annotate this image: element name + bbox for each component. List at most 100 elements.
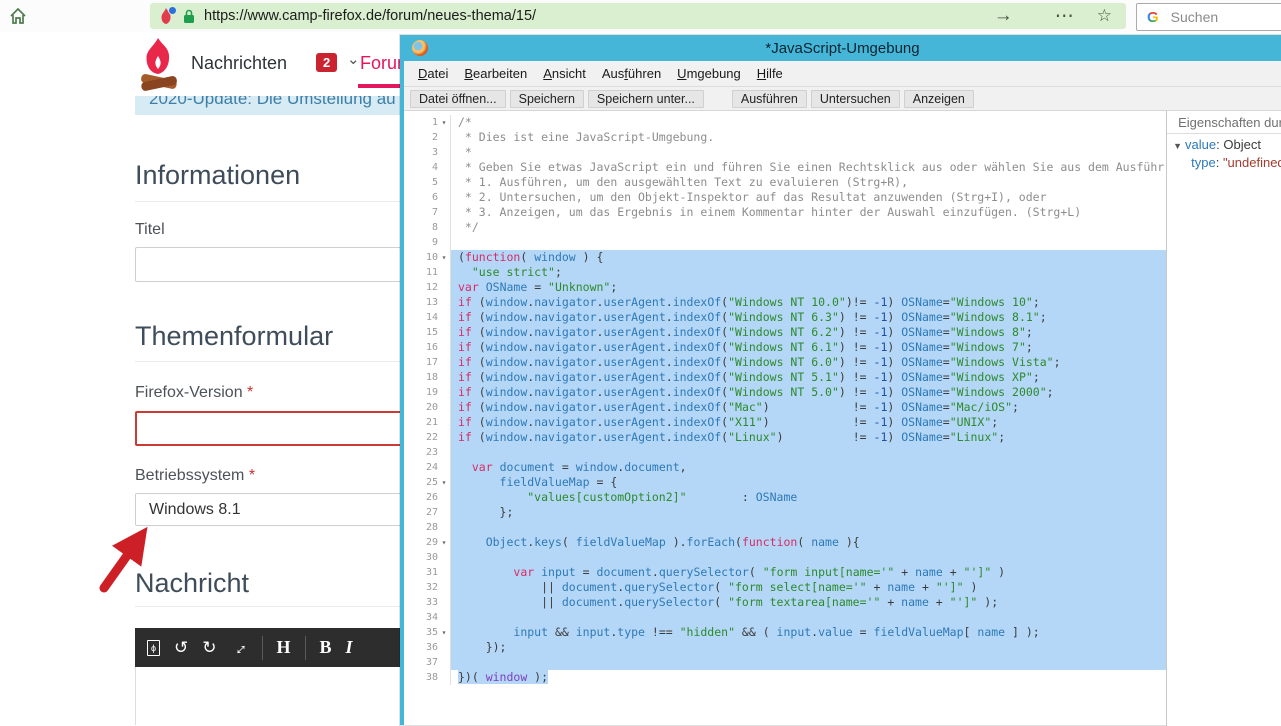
code-line[interactable]: 19if (window.navigator.userAgent.indexOf… [404,385,1166,400]
code-line[interactable]: 2 * Dies ist eine JavaScript-Umgebung. [404,130,1166,145]
property-value: "undefined" [1223,155,1281,170]
fold-marker-icon[interactable]: ▾ [438,475,450,490]
message-editor-body[interactable] [135,667,403,725]
heading-icon[interactable]: H [277,637,291,658]
gutter-cell: 13 [404,295,451,310]
menu-ansicht[interactable]: Ansicht [535,66,594,81]
code-line[interactable]: 23 [404,445,1166,460]
betriebssystem-select[interactable]: Windows 8.1 [135,493,414,526]
source-icon[interactable]: ϕ [147,640,160,656]
menu-hilfe[interactable]: Hilfe [749,66,791,81]
code-line[interactable]: 29▾ Object.keys( fieldValueMap ).forEach… [404,535,1166,550]
gutter-cell: 38 [404,670,451,685]
code-line[interactable]: 30 [404,550,1166,565]
line-number: 36 [426,640,438,655]
scratchpad-titlebar[interactable]: *JavaScript-Umgebung [404,35,1281,61]
fold-marker-icon[interactable]: ▾ [438,250,450,265]
code-line[interactable]: 24 var document = window.document, [404,460,1166,475]
expander-triangle-icon[interactable]: ▼ [1173,141,1182,151]
code-text: input && input.type !== "hidden" && ( in… [451,625,1166,640]
site-favicon-icon [159,8,175,24]
run-button[interactable]: Ausführen [732,90,807,108]
search-input[interactable]: G Suchen [1136,3,1281,31]
code-line[interactable]: 12var OSName = "Unknown"; [404,280,1166,295]
titel-input[interactable] [135,247,401,282]
code-text: "values[customOption2]" : OSName [451,490,1166,505]
inspector-filter-input[interactable]: Eigenschaften durchsuchen [1167,111,1281,134]
code-line[interactable]: 14if (window.navigator.userAgent.indexOf… [404,310,1166,325]
code-line[interactable]: 25▾ fieldValueMap = { [404,475,1166,490]
code-line[interactable]: 11 "use strict"; [404,265,1166,280]
bold-icon[interactable]: B [320,637,332,658]
lock-icon [183,9,195,24]
fold-marker-icon[interactable]: ▾ [438,535,450,550]
code-line[interactable]: 22if (window.navigator.userAgent.indexOf… [404,430,1166,445]
code-line[interactable]: 33 || document.querySelector( "form text… [404,595,1166,610]
menu-bearbeiten[interactable]: Bearbeiten [456,66,535,81]
menu-umgebung[interactable]: Umgebung [669,66,749,81]
undo-icon[interactable]: ↺ [174,638,188,658]
gutter-cell: 1▾ [404,115,451,130]
nav-messages[interactable]: Nachrichten [191,53,287,74]
code-line[interactable]: 18if (window.navigator.userAgent.indexOf… [404,370,1166,385]
code-line[interactable]: 15if (window.navigator.userAgent.indexOf… [404,325,1166,340]
line-number: 11 [426,265,438,280]
redo-icon[interactable]: ↻ [202,638,216,658]
code-line[interactable]: 10▾(function( window ) { [404,250,1166,265]
campfire-logo[interactable] [133,36,183,96]
save-as-button[interactable]: Speichern unter... [588,90,704,108]
fold-marker-icon[interactable]: ▾ [438,625,450,640]
line-number: 31 [426,565,438,580]
firefox-version-input[interactable] [135,411,403,446]
code-line[interactable]: 36 }); [404,640,1166,655]
code-line[interactable]: 38})( window ); [404,670,1166,685]
url-text[interactable]: https://www.camp-firefox.de/forum/neues-… [204,8,536,24]
gutter-cell: 16 [404,340,451,355]
italic-icon[interactable]: I [346,637,353,658]
code-line[interactable]: 5 * 1. Ausführen, um den ausgewählten Te… [404,175,1166,190]
code-line[interactable]: 28 [404,520,1166,535]
code-line[interactable]: 37 [404,655,1166,670]
code-line[interactable]: 7 * 3. Anzeigen, um das Ergebnis in eine… [404,205,1166,220]
code-editor[interactable]: 1▾/*2 * Dies ist eine JavaScript-Umgebun… [404,111,1166,726]
line-number: 13 [426,295,438,310]
page-actions-icon[interactable]: ⋯ [1055,5,1075,28]
fold-marker-icon[interactable]: ▾ [438,115,450,130]
code-line[interactable]: 3 * [404,145,1166,160]
code-line[interactable]: 13if (window.navigator.userAgent.indexOf… [404,295,1166,310]
code-line[interactable]: 1▾/* [404,115,1166,130]
code-line[interactable]: 6 * 2. Untersuchen, um den Objekt-Inspek… [404,190,1166,205]
code-line[interactable]: 27 }; [404,505,1166,520]
code-line[interactable]: 17if (window.navigator.userAgent.indexOf… [404,355,1166,370]
home-icon[interactable] [8,6,28,26]
divider [135,606,401,607]
code-text: * Dies ist eine JavaScript-Umgebung. [451,130,1166,145]
code-line[interactable]: 34 [404,610,1166,625]
menu-datei[interactable]: Datei [410,66,456,81]
go-arrow-icon[interactable]: → [994,5,1013,27]
display-button[interactable]: Anzeigen [904,90,974,108]
code-line[interactable]: 8 */ [404,220,1166,235]
save-button[interactable]: Speichern [510,90,584,108]
inspect-button[interactable]: Untersuchen [811,90,900,108]
code-line[interactable]: 9 [404,235,1166,250]
bookmark-star-icon[interactable]: ☆ [1097,6,1112,26]
code-line[interactable]: 21if (window.navigator.userAgent.indexOf… [404,415,1166,430]
open-file-button[interactable]: Datei öffnen... [410,90,506,108]
inspector-row-value[interactable]: ▼value: Object [1167,134,1281,152]
code-line[interactable]: 31 var input = document.querySelector( "… [404,565,1166,580]
code-text: /* [451,115,1166,130]
code-line[interactable]: 4 * Geben Sie etwas JavaScript ein und f… [404,160,1166,175]
chevron-down-icon[interactable]: ⌄ [347,50,360,68]
message-editor-toolbar: ϕ ↺ ↻ ↔ H BI [135,628,401,667]
line-number: 29 [426,535,438,550]
url-bar[interactable]: https://www.camp-firefox.de/forum/neues-… [150,3,1126,29]
code-line[interactable]: 16if (window.navigator.userAgent.indexOf… [404,340,1166,355]
menu-ausfuehren[interactable]: Ausführen [594,66,669,81]
code-line[interactable]: 32 || document.querySelector( "form sele… [404,580,1166,595]
code-line[interactable]: 35▾ input && input.type !== "hidden" && … [404,625,1166,640]
code-line[interactable]: 26 "values[customOption2]" : OSName [404,490,1166,505]
code-line[interactable]: 20if (window.navigator.userAgent.indexOf… [404,400,1166,415]
inspector-row-type[interactable]: type: "undefined" [1167,152,1281,170]
expand-icon[interactable]: ↔ [226,634,252,660]
